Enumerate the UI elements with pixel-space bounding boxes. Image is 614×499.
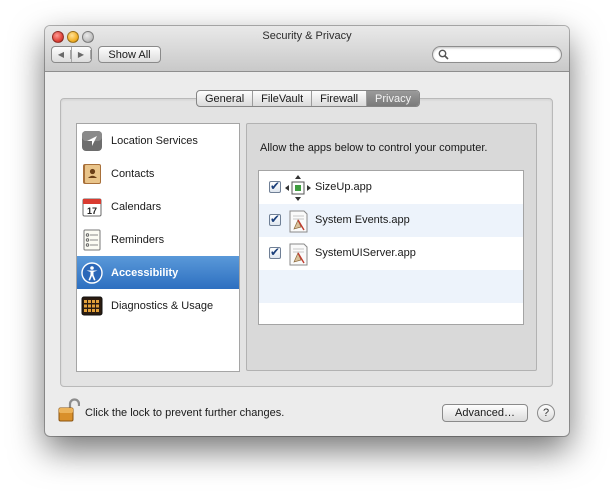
search-input[interactable] xyxy=(432,46,562,63)
accessibility-icon xyxy=(81,262,103,284)
search-icon xyxy=(438,49,449,60)
sidebar-item-label: Calendars xyxy=(111,200,162,213)
app-list: SizeUp.app System Events.app SystemU xyxy=(258,170,524,325)
tab-firewall[interactable]: Firewall xyxy=(312,91,368,106)
back-button[interactable]: ◀ xyxy=(52,47,72,62)
lock-message: Click the lock to prevent further change… xyxy=(85,407,285,419)
script-app-icon xyxy=(289,210,308,233)
sidebar-item-calendars[interactable]: 17 Calendars xyxy=(77,190,239,223)
forward-button[interactable]: ▶ xyxy=(72,47,91,62)
sidebar-item-accessibility[interactable]: Accessibility xyxy=(77,256,239,289)
sidebar-item-contacts[interactable]: Contacts xyxy=(77,157,239,190)
script-app-icon xyxy=(289,243,308,266)
advanced-button[interactable]: Advanced… xyxy=(442,404,528,422)
app-label: System Events.app xyxy=(315,214,410,226)
location-arrow-icon xyxy=(82,131,102,151)
calendar-icon: 17 xyxy=(82,198,102,217)
sidebar-item-location-services[interactable]: Location Services xyxy=(77,124,239,157)
contacts-book-icon xyxy=(83,164,101,184)
tab-privacy[interactable]: Privacy xyxy=(367,91,420,106)
chevron-right-icon: ▶ xyxy=(72,50,91,59)
chevron-left-icon: ◀ xyxy=(52,50,71,59)
tab-filevault[interactable]: FileVault xyxy=(253,91,313,106)
app-checkbox-system-events[interactable] xyxy=(269,212,281,226)
app-label: SizeUp.app xyxy=(315,181,372,193)
sidebar-item-diagnostics[interactable]: Diagnostics & Usage xyxy=(77,289,239,322)
lock-open-icon[interactable] xyxy=(58,398,80,422)
help-button[interactable]: ? xyxy=(537,404,555,422)
back-forward-control: ◀ ▶ xyxy=(51,46,92,63)
app-checkbox-sizeup[interactable] xyxy=(269,179,281,193)
app-row-systemuiserver: SystemUIServer.app xyxy=(259,237,523,270)
app-label: SystemUIServer.app xyxy=(315,247,416,259)
sidebar-item-label: Reminders xyxy=(111,233,165,246)
sidebar-item-reminders[interactable]: Reminders xyxy=(77,223,239,256)
empty-row xyxy=(259,270,523,303)
sidebar-item-label: Contacts xyxy=(111,167,155,180)
calendar-day: 17 xyxy=(87,206,97,216)
show-all-button[interactable]: Show All xyxy=(98,46,161,63)
tab-bar: General FileVault Firewall Privacy xyxy=(196,90,421,107)
sidebar-item-label: Accessibility xyxy=(111,266,179,279)
privacy-description: Allow the apps below to control your com… xyxy=(260,142,488,154)
sidebar-item-label: Diagnostics & Usage xyxy=(111,299,214,312)
window-title: Security & Privacy xyxy=(262,30,352,42)
privacy-category-list: Location Services Contacts 17 Calendars xyxy=(76,123,240,372)
diagnostics-icon xyxy=(81,296,103,316)
preferences-window: Security & Privacy ◀ ▶ Show All General … xyxy=(45,26,569,436)
app-row-system-events: System Events.app xyxy=(259,204,523,237)
sidebar-item-label: Location Services xyxy=(111,134,198,147)
reminders-list-icon xyxy=(83,229,101,251)
sizeup-icon xyxy=(285,175,311,201)
app-checkbox-systemuiserver[interactable] xyxy=(269,245,281,259)
title-bar: Security & Privacy ◀ ▶ Show All xyxy=(45,26,569,72)
tab-general[interactable]: General xyxy=(197,91,254,106)
app-row-sizeup: SizeUp.app xyxy=(259,171,523,204)
